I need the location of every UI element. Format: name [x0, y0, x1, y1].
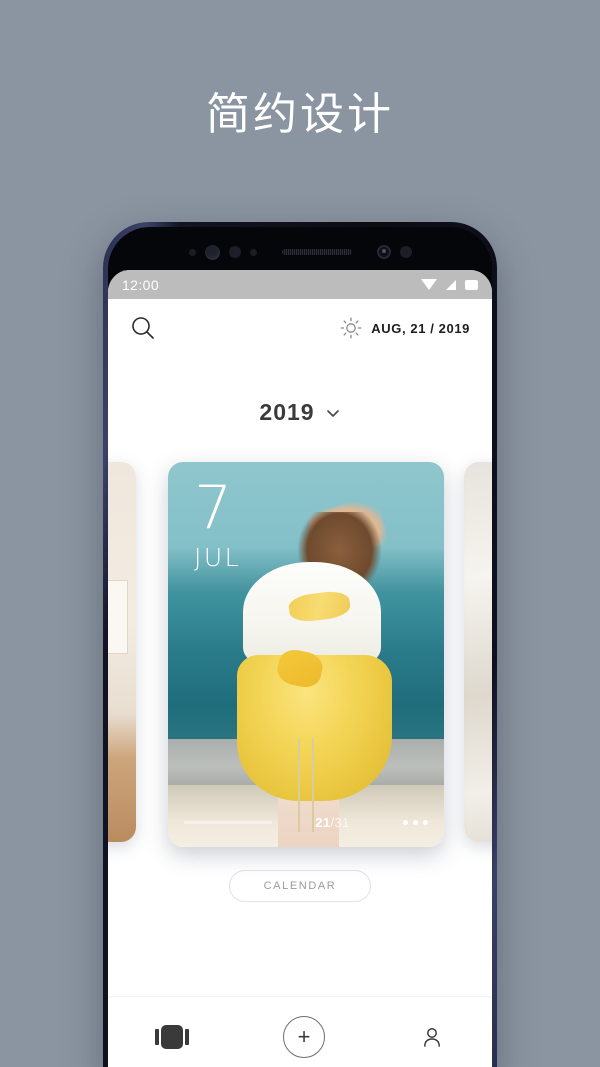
search-icon[interactable]	[130, 315, 156, 341]
iris-scanner-icon	[204, 244, 220, 260]
previous-month-card[interactable]	[108, 462, 136, 842]
cards-left-bar	[155, 1028, 159, 1045]
card-footer: 21/31	[168, 815, 444, 830]
battery-icon	[465, 279, 478, 290]
phone-screen: 12:00 AUG, 21 / 2019 2019 7 JUL 21/31 CA…	[108, 270, 492, 1067]
more-dot-2	[413, 820, 418, 825]
year-label: 2019	[259, 399, 315, 425]
year-selector[interactable]: 2019	[108, 399, 492, 426]
add-entry-button[interactable]: +	[283, 1015, 325, 1058]
more-dot-1	[403, 820, 408, 825]
sun-icon[interactable]	[340, 317, 362, 339]
sensor-dot-icon	[399, 246, 412, 258]
app-bar: AUG, 21 / 2019	[108, 299, 492, 357]
month-carousel[interactable]: 7 JUL 21/31	[108, 452, 492, 852]
status-bar: 12:00	[108, 270, 492, 299]
cards-carousel-icon[interactable]	[155, 1024, 189, 1049]
more-dot-3	[423, 820, 428, 825]
card-progress-bar[interactable]	[184, 821, 272, 824]
wifi-icon	[421, 279, 437, 290]
calendar-button-wrap: CALENDAR	[108, 870, 492, 902]
card-day-number: 7	[194, 473, 234, 543]
promo-headline: 简约设计	[206, 89, 394, 140]
person-icon[interactable]	[419, 1024, 445, 1050]
plus-icon: +	[297, 1023, 311, 1049]
sensor-row	[108, 241, 492, 263]
calendar-button[interactable]: CALENDAR	[228, 870, 372, 902]
next-month-card[interactable]	[464, 462, 492, 842]
card-date-block: 7 JUL	[194, 473, 242, 573]
counter-current: 21	[315, 815, 331, 830]
proximity-sensor-icon	[188, 248, 196, 256]
front-camera-icon	[376, 245, 391, 259]
counter-total: /31	[330, 815, 350, 830]
earpiece-speaker-icon	[281, 249, 352, 255]
led-indicator-icon	[249, 248, 257, 256]
phone-device: 12:00 AUG, 21 / 2019 2019 7 JUL 21/31 CA…	[103, 222, 497, 1067]
cards-right-bar	[185, 1028, 189, 1045]
status-bar-icons	[421, 279, 478, 290]
light-sensor-icon	[228, 246, 241, 258]
current-date-label: AUG, 21 / 2019	[371, 320, 470, 336]
active-month-card[interactable]: 7 JUL 21/31	[168, 462, 444, 847]
bottom-navigation: +	[108, 996, 492, 1067]
phone-bezel: 12:00 AUG, 21 / 2019 2019 7 JUL 21/31 CA…	[108, 227, 492, 1067]
cards-main-card	[161, 1024, 183, 1049]
card-month-label: JUL	[194, 543, 242, 573]
card-day-counter: 21/31	[262, 815, 403, 830]
status-bar-time: 12:00	[122, 276, 160, 293]
signal-icon	[446, 279, 456, 290]
chevron-down-icon[interactable]	[325, 405, 341, 421]
more-dots-icon[interactable]	[403, 820, 428, 825]
